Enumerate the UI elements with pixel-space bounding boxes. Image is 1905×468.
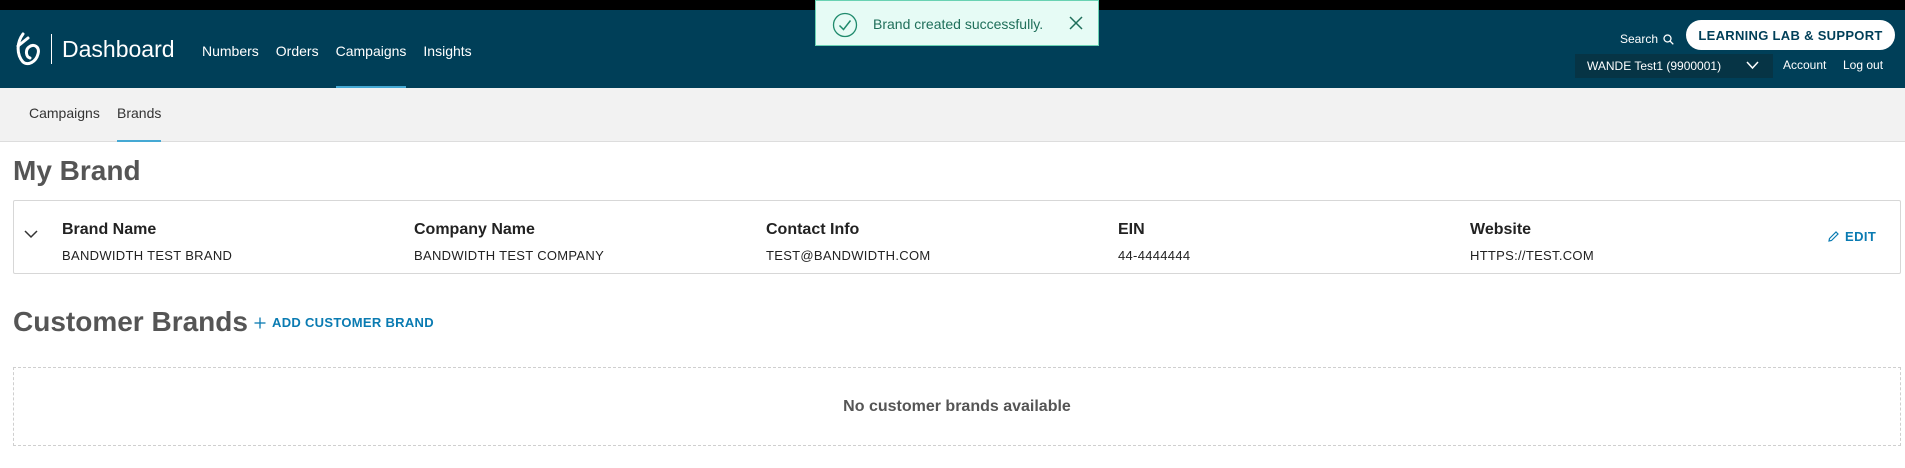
brand-name-value: BANDWIDTH TEST BRAND — [62, 248, 233, 263]
nav-orders[interactable]: Orders — [276, 10, 319, 88]
nav-insights[interactable]: Insights — [423, 10, 471, 88]
check-circle-icon — [832, 12, 858, 38]
search-button[interactable]: Search — [1620, 32, 1674, 46]
company-name-column: Company Name BANDWIDTH TEST COMPANY — [414, 221, 604, 263]
bandwidth-logo-icon[interactable] — [14, 32, 44, 66]
search-label: Search — [1620, 32, 1659, 46]
toast-message: Brand created successfully. — [873, 16, 1044, 32]
website-label: Website — [1470, 221, 1532, 238]
learning-lab-support-button[interactable]: LEARNING LAB & SUPPORT — [1686, 20, 1895, 50]
contact-info-label: Contact Info — [766, 221, 860, 238]
ein-column: EIN 44-4444444 — [1118, 221, 1190, 263]
ein-label: EIN — [1118, 221, 1145, 238]
chevron-down-icon[interactable] — [24, 229, 38, 239]
success-toast: Brand created successfully. — [815, 0, 1099, 46]
account-select[interactable]: WANDE Test1 (9900001) — [1575, 54, 1773, 78]
contact-info-value: TEST@BANDWIDTH.COM — [766, 248, 931, 263]
chevron-down-icon — [1746, 61, 1759, 70]
search-icon — [1663, 33, 1674, 45]
contact-info-column: Contact Info TEST@BANDWIDTH.COM — [766, 221, 930, 263]
empty-message: No customer brands available — [843, 397, 1071, 415]
add-customer-brand-label: ADD CUSTOMER BRAND — [272, 315, 434, 330]
logo-divider — [51, 34, 52, 64]
brand-name-label: Brand Name — [62, 221, 157, 238]
edit-label: EDIT — [1845, 229, 1877, 244]
website-value: HTTPS://TEST.COM — [1470, 248, 1594, 263]
my-brand-heading: My Brand — [13, 155, 141, 186]
customer-brands-heading: Customer Brands — [13, 306, 248, 337]
subnav-brands[interactable]: Brands — [117, 88, 162, 142]
brand-name-column: Brand Name BANDWIDTH TEST BRAND — [62, 221, 232, 263]
ein-value: 44-4444444 — [1118, 248, 1191, 263]
nav-campaigns[interactable]: Campaigns — [335, 10, 406, 88]
nav-numbers[interactable]: Numbers — [202, 10, 259, 88]
company-name-value: BANDWIDTH TEST COMPANY — [414, 248, 605, 263]
logout-link[interactable]: Log out — [1843, 58, 1883, 72]
pencil-icon — [1828, 231, 1839, 242]
website-column: Website HTTPS://TEST.COM — [1470, 221, 1594, 263]
close-icon[interactable] — [1068, 15, 1084, 31]
edit-brand-button[interactable]: EDIT — [1827, 229, 1876, 244]
account-link[interactable]: Account — [1783, 58, 1826, 72]
app-title[interactable]: Dashboard — [62, 36, 175, 63]
company-name-label: Company Name — [414, 221, 535, 238]
main-nav: Numbers Orders Campaigns Insights — [202, 10, 489, 88]
sub-nav: Campaigns Brands — [0, 88, 1905, 142]
customer-brands-empty-state: No customer brands available — [13, 367, 1901, 446]
subnav-campaigns[interactable]: Campaigns — [29, 88, 100, 142]
add-customer-brand-button[interactable]: ADD CUSTOMER BRAND — [254, 315, 434, 330]
plus-icon — [254, 317, 266, 328]
account-select-value: WANDE Test1 (9900001) — [1587, 59, 1722, 73]
my-brand-card: Brand Name BANDWIDTH TEST BRAND Company … — [13, 200, 1901, 274]
